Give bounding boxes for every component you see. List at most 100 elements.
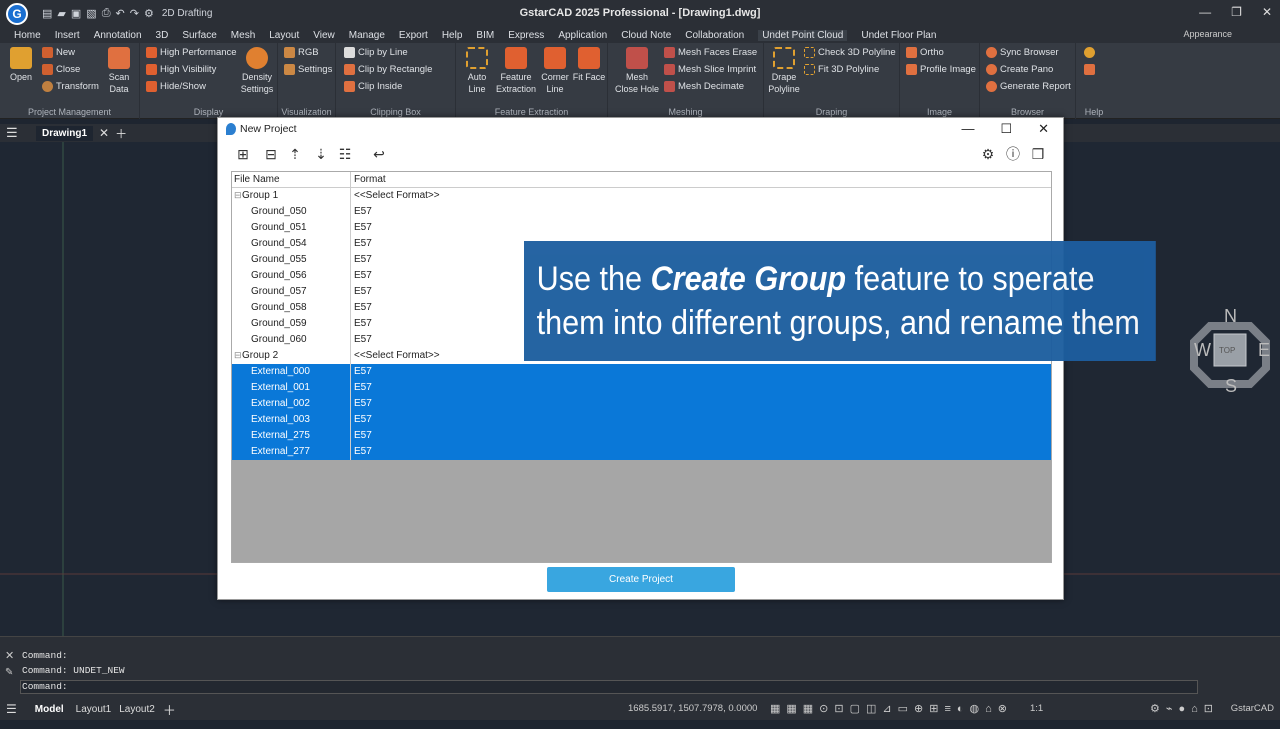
app-logo-icon[interactable]: G xyxy=(6,2,28,25)
clip-by-rectangle-button[interactable]: Clip by Rectangle xyxy=(344,64,432,75)
tab-layout2[interactable]: Layout2 xyxy=(119,704,155,715)
format-cell[interactable]: E57 xyxy=(354,430,372,441)
table-row[interactable]: External_001 E57 xyxy=(232,380,1051,396)
format-cell[interactable]: E57 xyxy=(354,414,372,425)
collapse-toggle-icon[interactable]: ⊟ xyxy=(234,350,242,361)
format-cell[interactable]: E57 xyxy=(354,334,372,345)
tab-undet-floor-plan[interactable]: Undet Floor Plan xyxy=(861,30,936,41)
tab-insert[interactable]: Insert xyxy=(55,30,80,41)
command-input[interactable] xyxy=(20,680,1198,694)
dialog-maximize-icon[interactable]: ☐ xyxy=(1000,121,1012,137)
move-down-icon[interactable]: ⇣ xyxy=(312,145,330,163)
scan-data-button[interactable]: Scan Data xyxy=(102,47,136,95)
annotation-scale[interactable]: 1:1 xyxy=(1030,703,1043,714)
rgb-dropdown[interactable]: RGB xyxy=(284,47,319,58)
generate-report-button[interactable]: Generate Report xyxy=(986,81,1071,92)
settings-gear-icon[interactable]: ⚙ xyxy=(979,145,997,163)
save-as-icon[interactable]: ▧ xyxy=(86,7,96,20)
add-layout-icon[interactable]: ＋ xyxy=(163,700,176,719)
density-settings-button[interactable]: Density Settings xyxy=(238,47,276,95)
command-customize-icon[interactable]: ✎ xyxy=(5,667,13,678)
appearance-menu[interactable]: Appearance xyxy=(1183,29,1232,39)
clip-by-line-button[interactable]: Clip by Line xyxy=(344,47,408,58)
manual-book-icon[interactable]: ❒ xyxy=(1029,145,1047,163)
format-cell[interactable]: E57 xyxy=(354,238,372,249)
hamburger-menu-icon[interactable]: ☰ xyxy=(6,125,24,141)
tab-cloud-note[interactable]: Cloud Note xyxy=(621,30,671,41)
tab-model[interactable]: Model xyxy=(35,704,64,715)
create-project-button[interactable]: Create Project xyxy=(547,567,735,592)
format-cell[interactable]: E57 xyxy=(354,446,372,457)
format-cell[interactable]: E57 xyxy=(354,382,372,393)
open-folder-icon[interactable]: ▰ xyxy=(57,7,65,20)
format-cell[interactable]: E57 xyxy=(354,318,372,329)
tab-3d[interactable]: 3D xyxy=(156,30,169,41)
table-row[interactable]: External_275 E57 xyxy=(232,428,1051,444)
check-3d-polyline-button[interactable]: Check 3D Polyline xyxy=(804,47,896,58)
tab-layout[interactable]: Layout xyxy=(269,30,299,41)
transform-button[interactable]: Transform xyxy=(42,81,99,92)
undet-help-button[interactable] xyxy=(1084,64,1095,75)
tab-layout1[interactable]: Layout1 xyxy=(76,704,112,715)
dialog-close-icon[interactable]: ✕ xyxy=(1038,121,1049,137)
tab-annotation[interactable]: Annotation xyxy=(94,30,142,41)
compass-west[interactable]: W xyxy=(1194,340,1211,361)
format-cell[interactable]: E57 xyxy=(354,286,372,297)
new-file-icon[interactable]: ▤ xyxy=(42,7,52,20)
fit-face-button[interactable]: Fit Face xyxy=(572,47,606,83)
tab-application[interactable]: Application xyxy=(558,30,607,41)
drape-polyline-button[interactable]: Drape Polyline xyxy=(766,47,802,95)
hide-show-button[interactable]: Hide/Show xyxy=(146,81,206,92)
tab-collaboration[interactable]: Collaboration xyxy=(685,30,744,41)
move-up-icon[interactable]: ⇡ xyxy=(286,145,304,163)
tab-undet-point-cloud[interactable]: Undet Point Cloud xyxy=(758,29,848,41)
mesh-slice-imprint-button[interactable]: Mesh Slice Imprint xyxy=(664,64,756,75)
restore-icon[interactable]: ❐ xyxy=(1231,5,1242,19)
tab-surface[interactable]: Surface xyxy=(182,30,216,41)
high-performance-button[interactable]: High Performance xyxy=(146,47,237,58)
high-visibility-button[interactable]: High Visibility xyxy=(146,64,216,75)
collapse-toggle-icon[interactable]: ⊟ xyxy=(234,190,242,201)
create-group-icon[interactable]: ⊟ xyxy=(262,145,280,163)
info-icon[interactable]: ⓘ xyxy=(1004,145,1022,163)
dialog-minimize-icon[interactable]: — xyxy=(961,121,974,137)
compass-north[interactable]: N xyxy=(1224,306,1237,327)
status-menu-icon[interactable]: ☰ xyxy=(6,702,17,716)
sync-browser-button[interactable]: Sync Browser xyxy=(986,47,1059,58)
auto-line-button[interactable]: Auto Line xyxy=(460,47,494,95)
tab-export[interactable]: Export xyxy=(399,30,428,41)
format-cell[interactable]: E57 xyxy=(354,398,372,409)
format-cell[interactable]: E57 xyxy=(354,222,372,233)
corner-line-button[interactable]: Corner Line xyxy=(538,47,572,95)
viewcube[interactable]: N S E W TOP xyxy=(1190,306,1270,396)
table-row[interactable]: External_002 E57 xyxy=(232,396,1051,412)
table-row[interactable]: External_277 E57 xyxy=(232,444,1051,460)
table-row[interactable]: Ground_051 E57 xyxy=(232,220,1051,236)
open-button[interactable]: Open xyxy=(4,47,38,83)
format-cell[interactable]: <<Select Format>> xyxy=(354,190,440,201)
compass-east[interactable]: E xyxy=(1258,340,1270,361)
clip-inside-dropdown[interactable]: Clip Inside xyxy=(344,81,402,92)
redo-icon[interactable]: ↷ xyxy=(130,7,139,20)
status-tray-icons[interactable]: ⚙⌁●⌂⊡ xyxy=(1150,702,1219,715)
mesh-decimate-button[interactable]: Mesh Decimate xyxy=(664,81,744,92)
tab-drawing1[interactable]: Drawing1 xyxy=(36,125,94,141)
mesh-faces-erase-button[interactable]: Mesh Faces Erase xyxy=(664,47,757,58)
visualization-settings-button[interactable]: Settings xyxy=(284,64,332,75)
ortho-button[interactable]: Ortho xyxy=(906,47,944,58)
format-cell[interactable]: E57 xyxy=(354,270,372,281)
ungroup-icon[interactable]: ☷ xyxy=(336,145,354,163)
compass-south[interactable]: S xyxy=(1225,376,1237,397)
print-icon[interactable]: ⎙ xyxy=(102,7,111,20)
help-button[interactable] xyxy=(1084,47,1095,58)
workspace-dropdown[interactable]: 2D Drafting xyxy=(162,8,282,19)
tab-view[interactable]: View xyxy=(313,30,335,41)
feature-extraction-button[interactable]: Feature Extraction xyxy=(496,47,536,95)
undo-arrow-icon[interactable]: ↩ xyxy=(370,145,388,163)
mesh-close-hole-button[interactable]: Mesh Close Hole xyxy=(614,47,660,95)
viewcube-top-face[interactable]: TOP xyxy=(1219,346,1235,355)
format-cell[interactable]: E57 xyxy=(354,254,372,265)
table-row[interactable]: External_000 E57 xyxy=(232,364,1051,380)
tab-home[interactable]: Home xyxy=(14,30,41,41)
command-close-icon[interactable]: ✕ xyxy=(5,649,14,662)
